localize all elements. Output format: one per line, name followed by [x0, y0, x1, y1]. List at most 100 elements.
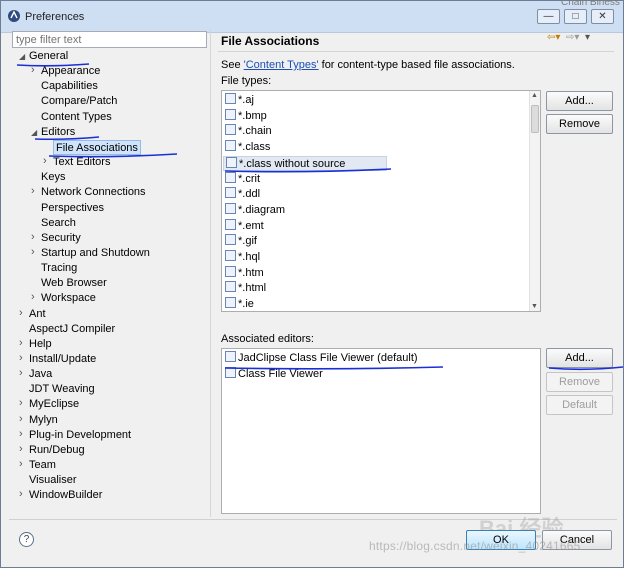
tree-item[interactable]: Startup and Shutdown — [41, 246, 150, 261]
file-type-item[interactable]: *.crit — [225, 171, 260, 187]
collapsed-twisty-icon[interactable]: › — [31, 231, 35, 243]
tree-item[interactable]: Mylyn — [29, 413, 58, 428]
collapsed-twisty-icon[interactable]: › — [31, 185, 35, 197]
back-icon[interactable]: ⇦▾ — [547, 32, 560, 43]
preference-tree[interactable]: ◢ General › Appearance Capabilities Compare/P… — [11, 49, 209, 515]
add-file-type-button[interactable]: Add... — [546, 91, 613, 111]
tree-item[interactable]: WindowBuilder — [29, 488, 102, 503]
tree-item[interactable]: Editors — [41, 125, 75, 140]
forward-icon[interactable]: ⇨▾ — [566, 32, 579, 43]
collapsed-twisty-icon[interactable]: › — [19, 307, 23, 319]
collapsed-twisty-icon[interactable]: › — [19, 367, 23, 379]
tree-item[interactable]: General — [29, 49, 68, 64]
remove-file-type-button[interactable]: Remove — [546, 114, 613, 134]
tree-item[interactable]: Perspectives — [41, 201, 104, 216]
tree-item[interactable]: Visualiser — [29, 473, 77, 488]
maximize-button[interactable]: □ — [564, 9, 587, 24]
tree-item[interactable]: Keys — [41, 170, 65, 185]
tree-item[interactable]: JDT Weaving — [29, 382, 95, 397]
see-suffix: for content-type based file associations… — [318, 59, 515, 71]
expanded-twisty-icon[interactable]: ◢ — [31, 128, 37, 137]
tree-item[interactable]: Compare/Patch — [41, 94, 117, 109]
editor-item[interactable]: JadClipse Class File Viewer (default) — [225, 351, 418, 366]
file-icon — [225, 124, 236, 136]
tree-item[interactable]: Network Connections — [41, 185, 146, 200]
collapsed-twisty-icon[interactable]: › — [19, 443, 23, 455]
tree-item[interactable]: Content Types — [41, 110, 112, 125]
tree-item[interactable]: Ant — [29, 307, 46, 322]
file-icon — [225, 140, 236, 152]
add-editor-button[interactable]: Add... — [546, 348, 613, 368]
file-type-item[interactable]: *.ddl — [225, 187, 260, 202]
expanded-twisty-icon[interactable]: ◢ — [19, 52, 25, 61]
file-types-scrollbar[interactable]: ▲ ▼ — [529, 91, 540, 311]
collapsed-twisty-icon[interactable]: › — [19, 458, 23, 470]
tree-item[interactable]: Security — [41, 231, 81, 246]
close-button[interactable]: ✕ — [591, 9, 614, 24]
collapsed-twisty-icon[interactable]: › — [19, 397, 23, 409]
associated-editors-list[interactable]: JadClipse Class File Viewer (default) Cla… — [221, 348, 541, 514]
title-separator — [218, 51, 614, 52]
file-type-item[interactable]: *.ie — [225, 297, 254, 311]
editor-label: Class File Viewer — [238, 367, 323, 380]
collapsed-twisty-icon[interactable]: › — [31, 64, 35, 76]
file-type-item[interactable]: *.gif — [225, 234, 257, 249]
file-type-label: *.ddl — [238, 188, 261, 201]
collapsed-twisty-icon[interactable]: › — [31, 246, 35, 258]
tree-item[interactable]: Plug-in Development — [29, 428, 131, 443]
file-type-item[interactable]: *.chain — [225, 124, 272, 139]
file-icon — [225, 281, 236, 293]
tree-item[interactable]: Search — [41, 216, 76, 231]
tree-item[interactable]: Help — [29, 337, 52, 352]
collapsed-twisty-icon[interactable]: › — [19, 352, 23, 364]
tree-item[interactable]: Text Editors — [53, 155, 110, 170]
default-editor-button[interactable]: Default — [546, 395, 613, 415]
file-type-label: *.gif — [238, 235, 257, 248]
filter-input[interactable] — [12, 31, 207, 48]
tree-item[interactable]: Workspace — [41, 291, 96, 306]
tree-item[interactable]: MyEclipse — [29, 397, 79, 412]
file-type-item[interactable]: *.bmp — [225, 108, 267, 124]
file-type-item[interactable]: *.hql — [225, 250, 260, 265]
tree-item[interactable]: Install/Update — [29, 352, 96, 367]
file-type-label: *.bmp — [238, 109, 267, 122]
tree-item[interactable]: Java — [29, 367, 52, 382]
tree-item[interactable]: Appearance — [41, 64, 100, 79]
tree-item[interactable]: Capabilities — [41, 79, 98, 94]
scroll-down-icon[interactable]: ▼ — [531, 303, 538, 310]
file-icon — [225, 202, 236, 214]
tree-item[interactable]: Tracing — [41, 261, 77, 276]
tree-item[interactable]: Team — [29, 458, 56, 473]
file-type-label: *.class — [238, 141, 271, 154]
file-type-item[interactable]: *.class without source — [223, 155, 387, 171]
file-type-item[interactable]: *.diagram — [225, 202, 285, 218]
background-window-text: Chain Biness — [561, 0, 620, 8]
minimize-button[interactable]: — — [537, 9, 560, 24]
remove-editor-button[interactable]: Remove — [546, 372, 613, 392]
collapsed-twisty-icon[interactable]: › — [43, 155, 47, 167]
tree-item[interactable]: Web Browser — [41, 276, 107, 291]
history-nav[interactable]: ⇦▾ ⇨▾ ▾ — [547, 32, 611, 46]
file-type-item[interactable]: *.html — [225, 281, 266, 296]
file-type-item[interactable]: *.emt — [225, 218, 264, 234]
collapsed-twisty-icon[interactable]: › — [31, 291, 35, 303]
collapsed-twisty-icon[interactable]: › — [19, 428, 23, 440]
pane-divider — [210, 29, 211, 517]
file-type-item[interactable]: *.class — [225, 140, 270, 155]
tree-item[interactable]: Run/Debug — [29, 443, 85, 458]
scroll-thumb[interactable] — [531, 105, 539, 133]
collapsed-twisty-icon[interactable]: › — [19, 488, 23, 500]
file-types-list[interactable]: *.aj *.bmp *.chain *.class *.class without s… — [221, 90, 541, 312]
tree-item[interactable]: AspectJ Compiler — [29, 322, 115, 337]
file-type-item[interactable]: *.aj — [225, 93, 254, 108]
editor-item[interactable]: Class File Viewer — [225, 366, 323, 382]
collapsed-twisty-icon[interactable]: › — [19, 337, 23, 349]
scroll-up-icon[interactable]: ▲ — [531, 92, 538, 99]
file-icon — [225, 187, 236, 199]
content-types-link[interactable]: 'Content Types' — [244, 59, 319, 71]
help-icon[interactable]: ? — [19, 532, 34, 547]
collapsed-twisty-icon[interactable]: › — [19, 413, 23, 425]
file-type-item[interactable]: *.htm — [225, 265, 264, 281]
tree-item[interactable]: File Associations — [53, 139, 141, 155]
menu-icon[interactable]: ▾ — [585, 32, 590, 43]
